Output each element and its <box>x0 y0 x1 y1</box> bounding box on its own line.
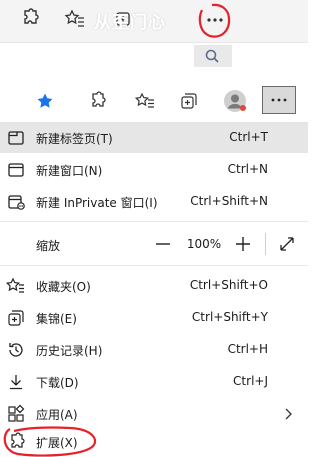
menu-item-label: 新建标签页(T) <box>36 132 113 146</box>
search-panel <box>194 45 232 67</box>
search-icon <box>205 49 219 63</box>
inprivate-icon <box>8 195 25 210</box>
browser-toolbar <box>0 82 308 120</box>
zoomed-toolbar-lower <box>0 42 308 68</box>
favorites-icon <box>135 92 154 108</box>
watermark-text: 从歪门心 <box>94 13 166 33</box>
menu-divider <box>0 221 308 222</box>
chevron-right-icon <box>285 408 292 420</box>
apps-icon <box>8 404 25 422</box>
menu-item-collections[interactable]: 集锦(E) Ctrl+Shift+Y <box>0 303 308 333</box>
menu-item-new-inprivate-window[interactable]: 新建 InPrivate 窗口(I) Ctrl+Shift+N <box>0 187 308 217</box>
favorites-button[interactable] <box>130 86 160 116</box>
menu-item-new-window[interactable]: 新建窗口(N) Ctrl+N <box>0 155 308 185</box>
menu-item-favorites[interactable]: 收藏夹(O) Ctrl+Shift+O <box>0 271 308 301</box>
fullscreen-icon[interactable] <box>276 233 298 255</box>
settings-and-more-button[interactable] <box>262 86 296 114</box>
settings-menu: 新建标签页(T) Ctrl+T 新建窗口(N) Ctrl+N 新建 InPriv… <box>0 122 308 457</box>
divider <box>0 42 308 43</box>
zoom-in-button[interactable] <box>232 233 254 255</box>
menu-item-label: 收藏夹(O) <box>36 280 91 294</box>
collections-icon <box>181 93 197 109</box>
favorites-icon <box>6 277 24 293</box>
menu-item-shortcut: Ctrl+T <box>229 130 268 144</box>
menu-item-new-tab[interactable]: 新建标签页(T) Ctrl+T <box>0 123 308 153</box>
menu-item-shortcut: Ctrl+J <box>233 374 268 388</box>
menu-item-shortcut: Ctrl+N <box>227 162 268 176</box>
favorite-page-button[interactable] <box>30 86 60 116</box>
history-icon <box>9 343 23 357</box>
menu-item-downloads[interactable]: 下载(D) Ctrl+J <box>0 367 308 397</box>
new-window-icon <box>8 163 24 177</box>
menu-item-label: 集锦(E) <box>36 312 77 326</box>
zoom-out-button[interactable] <box>152 233 174 255</box>
menu-item-label: 下载(D) <box>36 376 79 390</box>
menu-item-label: 新建 InPrivate 窗口(I) <box>36 196 158 210</box>
menu-divider <box>0 265 308 266</box>
profile-button[interactable] <box>220 86 250 116</box>
download-icon <box>10 375 22 390</box>
extensions-button[interactable] <box>82 86 112 116</box>
zoom-separator <box>265 233 266 255</box>
menu-item-shortcut: Ctrl+Shift+Y <box>191 310 268 324</box>
zoom-label: 缩放 <box>36 239 61 253</box>
zoom-row: 缩放 100% <box>0 227 308 261</box>
menu-item-history[interactable]: 历史记录(H) Ctrl+H <box>0 335 308 365</box>
menu-item-label: 新建窗口(N) <box>36 164 103 178</box>
menu-item-shortcut: Ctrl+Shift+O <box>189 278 268 292</box>
star-filled-icon <box>37 93 53 108</box>
annotation-circle-more <box>198 3 231 38</box>
puzzle-icon <box>24 8 39 24</box>
annotation-circle-extensions <box>3 426 97 457</box>
collections-button[interactable] <box>174 86 204 116</box>
avatar <box>224 90 246 112</box>
menu-item-shortcut: Ctrl+H <box>227 342 268 356</box>
menu-item-label: 应用(A) <box>36 408 78 422</box>
puzzle-icon <box>92 91 106 107</box>
zoom-value: 100% <box>186 237 222 251</box>
zoomed-toolbar-strip: 从歪门心 <box>0 0 308 42</box>
menu-item-shortcut: Ctrl+Shift+N <box>190 194 268 208</box>
favorites-icon <box>64 9 84 27</box>
collections-icon <box>8 310 24 326</box>
ellipsis-icon <box>271 98 287 102</box>
menu-item-label: 历史记录(H) <box>36 344 103 358</box>
new-tab-icon <box>8 131 24 145</box>
